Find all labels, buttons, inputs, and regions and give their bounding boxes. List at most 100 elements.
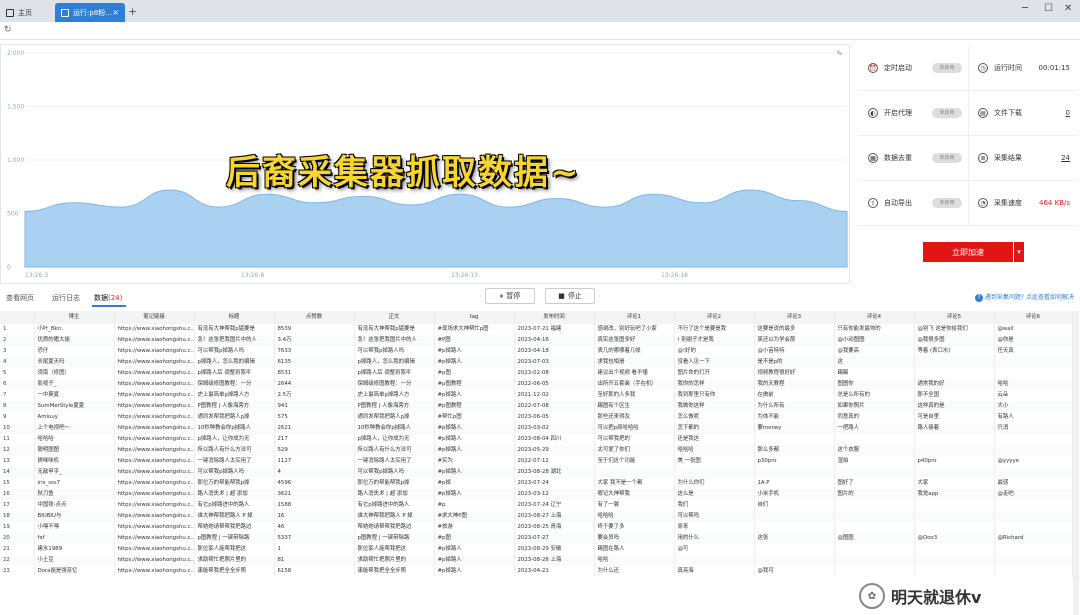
table-row[interactable]: 21 建水1989 https://www.xiaohongshu.c... 那位家人… [0,544,1073,555]
table-cell: 2023-03-12 [514,489,595,500]
table-cell: #p掉路人 [434,445,515,456]
chevron-down-icon[interactable]: ▾ [1014,242,1024,262]
table-row[interactable]: 16 秋刀鱼 https://www.xiaohongshu.c... 路人消失术 |… [0,489,1073,500]
column-header[interactable]: 标题 [194,311,275,324]
table-cell: 等着 (表口水) [914,346,995,357]
table-cell: 美 一张图 [674,456,755,467]
table-cell: 长尾夏天吗 [34,357,115,368]
column-header[interactable]: 评论1 [594,311,675,324]
minimize-icon[interactable]: ─ [1022,3,1028,14]
table-cell: 视频教程很好好 [754,368,835,379]
y-tick-label: 1,500 [7,104,24,111]
refresh-icon[interactable]: ↻ [4,25,12,35]
table-cell: 云朵 [994,390,1073,401]
table-cell: 为什么所有 [754,401,835,412]
pause-button[interactable]: ⏸ 暂停 [485,288,535,304]
table-row[interactable]: 13 狮咪咪机 https://www.xiaohongshu.c... 一键消除路人… [0,456,1073,467]
table-cell: 12 [0,445,35,456]
table-row[interactable]: 18 BIUBIU与 https://www.xiaohongshu.c... 谁大神… [0,511,1073,522]
table-cell: 10秒种教会你p掉路人 [354,423,435,434]
pencil-icon[interactable]: ✎ [836,49,843,58]
table-cell: 总是么所有的 [834,390,915,401]
table-row[interactable]: 12 聪明图图 https://www.xiaohongshu.c... 所以路人有什… [0,445,1073,456]
column-header[interactable]: 评论5 [914,311,995,324]
table-row[interactable]: 19 小嘿不嘿 https://www.xiaohongshu.c... 帮她她请帮帮… [0,522,1073,533]
timer-toggle[interactable]: 未启用 [932,63,962,73]
table-cell [914,511,995,522]
table-cell: 46 [274,522,355,533]
table-cell: 529 [274,445,355,456]
table-row[interactable]: 14 无敌甲乎_ https://www.xiaohongshu.c... 可以帮我p… [0,467,1073,478]
table-cell: https://www.xiaohongshu.c... [114,489,195,500]
table-row[interactable]: 22 小土豆 https://www.xiaohongshu.c... 求助帮忙把照片… [0,555,1073,566]
table-row[interactable]: 20 fxf https://www.xiaohongshu.c... p图教程 | … [0,533,1073,544]
tab-running[interactable]: 运行:p8粉... × [55,3,125,22]
table-cell [834,555,915,566]
table-cell: 这个衣服 [834,445,915,456]
tab-web[interactable]: 查看网页 [6,293,34,303]
column-header[interactable]: 评论3 [754,311,835,324]
table-scrollbar[interactable] [1073,311,1079,615]
table-cell: 帮她她请帮帮我把路边 [194,522,275,533]
table-cell: 可以帮吗 [674,511,755,522]
table-row[interactable]: 1 小叶_Bkn. https://www.xiaohongshu.c... 有没有大… [0,324,1073,335]
proxy-toggle[interactable]: 未启用 [932,108,962,118]
table-row[interactable]: 6 影视子_ https://www.xiaohongshu.c... 保姆级修图教程… [0,379,1073,390]
column-header[interactable]: 评论6 [994,311,1073,324]
table-cell: 一键消除路人太实用了 [194,456,275,467]
table-row[interactable]: 3 恐仔 https://www.xiaohongshu.c... 可以帮我p掉路人吗… [0,346,1073,357]
tab-home[interactable]: 主页 [0,3,50,22]
table-cell [914,566,995,577]
maximize-icon[interactable]: ☐ [1044,3,1053,14]
column-header[interactable] [0,311,35,324]
close-window-icon[interactable]: ✕ [1064,3,1072,14]
speedup-button[interactable]: 立即加速 [923,242,1013,262]
table-cell: #p掉路人 [434,346,515,357]
table-row[interactable]: 17 中国铁-点点 https://www.xiaohongshu.c... 有它p掉… [0,500,1073,511]
table-cell: 图片命的打开 [674,368,755,379]
table-cell: 那些还来得及 [594,412,675,423]
table-cell: @小动图图 [834,335,915,346]
table-cell: https://www.xiaohongshu.c... [114,324,195,335]
tab-log[interactable]: 运行日志 [52,293,80,303]
table-row[interactable]: 10 上个电视吧～ https://www.xiaohongshu.c... 10秒种… [0,423,1073,434]
table-cell: 哪记大神帮我 [594,489,675,500]
column-header[interactable]: 发布时间 [514,311,595,324]
tab-data[interactable]: 数据(24) [94,293,122,303]
table-row[interactable]: 5 须南（修图） https://www.xiaohongshu.c... p掉路人后… [0,368,1073,379]
column-header[interactable]: 博主 [34,311,115,324]
column-header[interactable]: 评论2 [674,311,755,324]
table-row[interactable]: 2 优质的猪大姐 https://www.xiaohongshu.c... 急！这张把… [0,335,1073,346]
table-row[interactable]: 23 Dora姐是强奈忆 https://www.xiaohongshu.c... 康… [0,566,1073,577]
table-cell: https://www.xiaohongshu.c... [114,335,195,346]
add-tab-icon[interactable]: + [128,5,137,18]
stop-button[interactable]: ■ 停止 [545,288,595,304]
table-cell: 我到那里只有你 [674,390,755,401]
table-row[interactable]: 4 长尾夏天吗 https://www.xiaohongshu.c... p掉路人，怎… [0,357,1073,368]
table-row[interactable]: 15 iris_sss7 https://www.xiaohongshu.c... 那… [0,478,1073,489]
table-cell: #求大神P图 [434,511,515,522]
table-row[interactable]: 7 一中葵夏 https://www.xiaohongshu.c... 史上最简单p掉… [0,390,1073,401]
table-cell: 2023-02-08 [514,368,595,379]
help-link[interactable]: ? 遇到采集问题? 点此查看如何解决 [974,292,1074,302]
table-cell: 23 [0,566,35,577]
column-header[interactable]: tag [434,311,515,324]
stop-icon: ■ [558,292,565,300]
column-header[interactable]: 正文 [354,311,435,324]
table-cell: 2023-07-24 [514,478,595,489]
table-cell [914,434,995,445]
table-cell: 恐仔 [34,346,115,357]
table-cell: 2021-12-02 [514,390,595,401]
autoexport-toggle[interactable]: 未启用 [932,198,962,208]
table-cell: 可以帮我p掉路人吗 [194,346,275,357]
table-row[interactable]: 9 Amiuuy https://www.xiaohongshu.c... 通同发帮我… [0,412,1073,423]
table-row[interactable]: 11 哈哈哈 https://www.xiaohongshu.c... p掉路人，让你… [0,434,1073,445]
stat-runtime: ◷ 运行时间 00:01:15 [968,46,1078,91]
column-header[interactable]: 评论4 [834,311,915,324]
table-row[interactable]: 8 SumMerStyle夏夏 https://www.xiaohongshu.c.… [0,401,1073,412]
watermark: ✿ 明天就退休v [855,583,986,609]
column-header[interactable]: 点赞数 [274,311,355,324]
column-header[interactable]: 笔记链接 [114,311,195,324]
dedupe-toggle[interactable]: 未启用 [932,153,962,163]
close-icon[interactable]: × [112,8,119,17]
